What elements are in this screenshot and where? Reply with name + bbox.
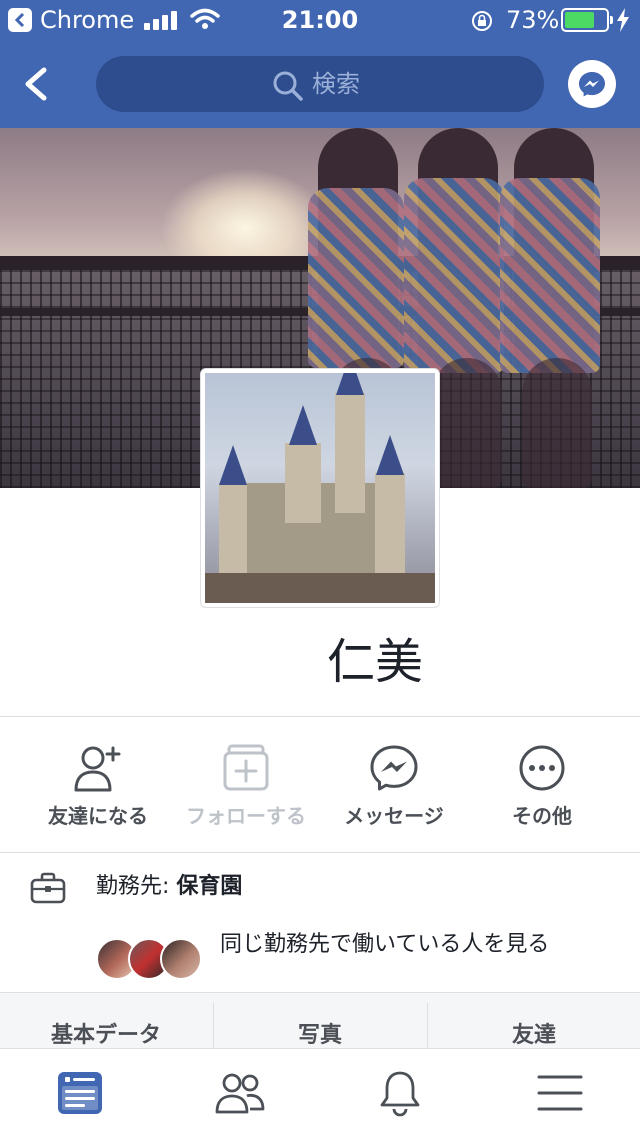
- tab-friends-requests[interactable]: [160, 1049, 320, 1136]
- notifications-icon: [380, 1071, 420, 1117]
- tab-friends[interactable]: 友達: [428, 993, 640, 1049]
- workplace-name[interactable]: 保育園: [176, 874, 242, 899]
- bottom-tab-bar: [0, 1048, 640, 1136]
- profile-picture-image: [205, 373, 435, 603]
- battery-icon: [561, 8, 613, 32]
- work-info: 勤務先: 保育園: [0, 854, 640, 920]
- charging-bolt-icon: [617, 8, 629, 32]
- coworkers-link-text[interactable]: 同じ勤務先で働いている人を見る: [220, 930, 610, 960]
- search-placeholder: 検索: [312, 70, 360, 98]
- back-button[interactable]: [20, 60, 74, 108]
- search-input[interactable]: 検索: [96, 56, 544, 112]
- messenger-button[interactable]: [568, 60, 616, 108]
- messenger-icon: [579, 72, 605, 97]
- menu-icon: [537, 1075, 583, 1111]
- battery-percent: 73%: [506, 6, 560, 34]
- profile-picture[interactable]: [200, 368, 440, 608]
- add-friend-button[interactable]: 友達になる: [18, 740, 178, 830]
- profile-name: 仁美: [326, 634, 423, 690]
- follow-button[interactable]: フォローする: [166, 740, 326, 830]
- divider: [0, 716, 640, 717]
- orientation-lock-icon: [472, 11, 492, 31]
- coworkers-link[interactable]: 同じ勤務先で働いている人を見る: [0, 924, 640, 992]
- divider: [0, 852, 640, 853]
- messenger-icon: [370, 745, 418, 791]
- profile-tabs: 基本データ 写真 友達: [0, 992, 640, 1049]
- work-prefix: 勤務先:: [96, 874, 177, 899]
- battery-level-fill: [565, 12, 594, 28]
- message-button[interactable]: メッセージ: [314, 740, 474, 830]
- follow-icon: [223, 744, 269, 791]
- message-label: メッセージ: [344, 804, 444, 828]
- tab-notifications[interactable]: [320, 1049, 480, 1136]
- profile-actions: 友達になる フォローする メッセージ その他: [0, 718, 640, 854]
- avatar: [160, 938, 202, 980]
- add-friend-icon: [74, 746, 121, 792]
- search-icon: [273, 71, 303, 101]
- status-bar: Chrome 21:00 73%: [0, 0, 640, 40]
- chevron-left-icon: [25, 67, 47, 101]
- work-text[interactable]: 勤務先: 保育園: [96, 872, 242, 902]
- coworker-avatars: [96, 938, 206, 982]
- tab-menu[interactable]: [480, 1049, 640, 1136]
- navigation-bar: 検索: [0, 40, 640, 128]
- tab-about[interactable]: 基本データ: [0, 993, 212, 1049]
- add-friend-label: 友達になる: [48, 804, 148, 828]
- follow-label: フォローする: [186, 804, 306, 828]
- briefcase-icon: [30, 872, 66, 904]
- tab-photos[interactable]: 写真: [214, 993, 426, 1049]
- more-label: その他: [512, 804, 572, 828]
- more-button[interactable]: その他: [462, 740, 622, 830]
- friends-icon: [215, 1073, 265, 1114]
- more-icon: [519, 745, 565, 791]
- news-feed-icon: [58, 1072, 102, 1114]
- tab-news-feed[interactable]: [0, 1049, 160, 1136]
